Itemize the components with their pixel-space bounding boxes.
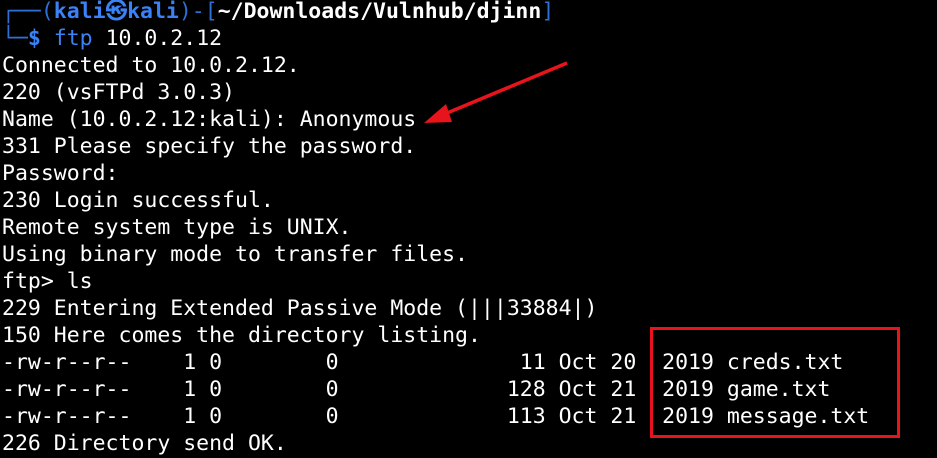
prompt-frame-top: ┌──( <box>2 0 54 24</box>
prompt-frame-mid: )-[ <box>178 0 218 24</box>
output-line: Connected to 10.0.2.12. <box>2 53 300 78</box>
output-line-anonymous-login: Name (10.0.2.12:kali): Anonymous <box>2 107 417 132</box>
output-line: 229 Entering Extended Passive Mode (|||3… <box>2 296 598 321</box>
output-line: 331 Please specify the password. <box>2 134 417 159</box>
prompt-command-line: └─$ ftp 10.0.2.12 <box>2 25 937 52</box>
prompt-dollar: $ <box>27 26 41 51</box>
output-line: Using binary mode to transfer files. <box>2 242 468 267</box>
command-args: 10.0.2.12 <box>92 26 223 51</box>
prompt-header-line: ┌──(kali㉿kali)-[~/Downloads/Vulnhub/djin… <box>2 0 937 25</box>
prompt-frame-close: ] <box>541 0 555 24</box>
prompt-user: kali <box>53 0 106 24</box>
output-line-ftp-ls: ftp> ls <box>2 269 93 294</box>
prompt-at-symbol: ㉿ <box>105 0 128 24</box>
annotation-highlight-box <box>650 327 900 438</box>
command-name: ftp <box>53 26 93 51</box>
output-line: Remote system type is UNIX. <box>2 215 352 240</box>
prompt-host: kali <box>127 0 179 24</box>
output-line: 220 (vsFTPd 3.0.3) <box>2 80 235 105</box>
prompt-frame-bottom: └─ <box>2 26 28 51</box>
prompt-cwd: ~/Downloads/Vulnhub/djinn <box>217 0 542 24</box>
output-line: Password: <box>2 161 119 186</box>
output-line: 230 Login successful. <box>2 188 274 213</box>
